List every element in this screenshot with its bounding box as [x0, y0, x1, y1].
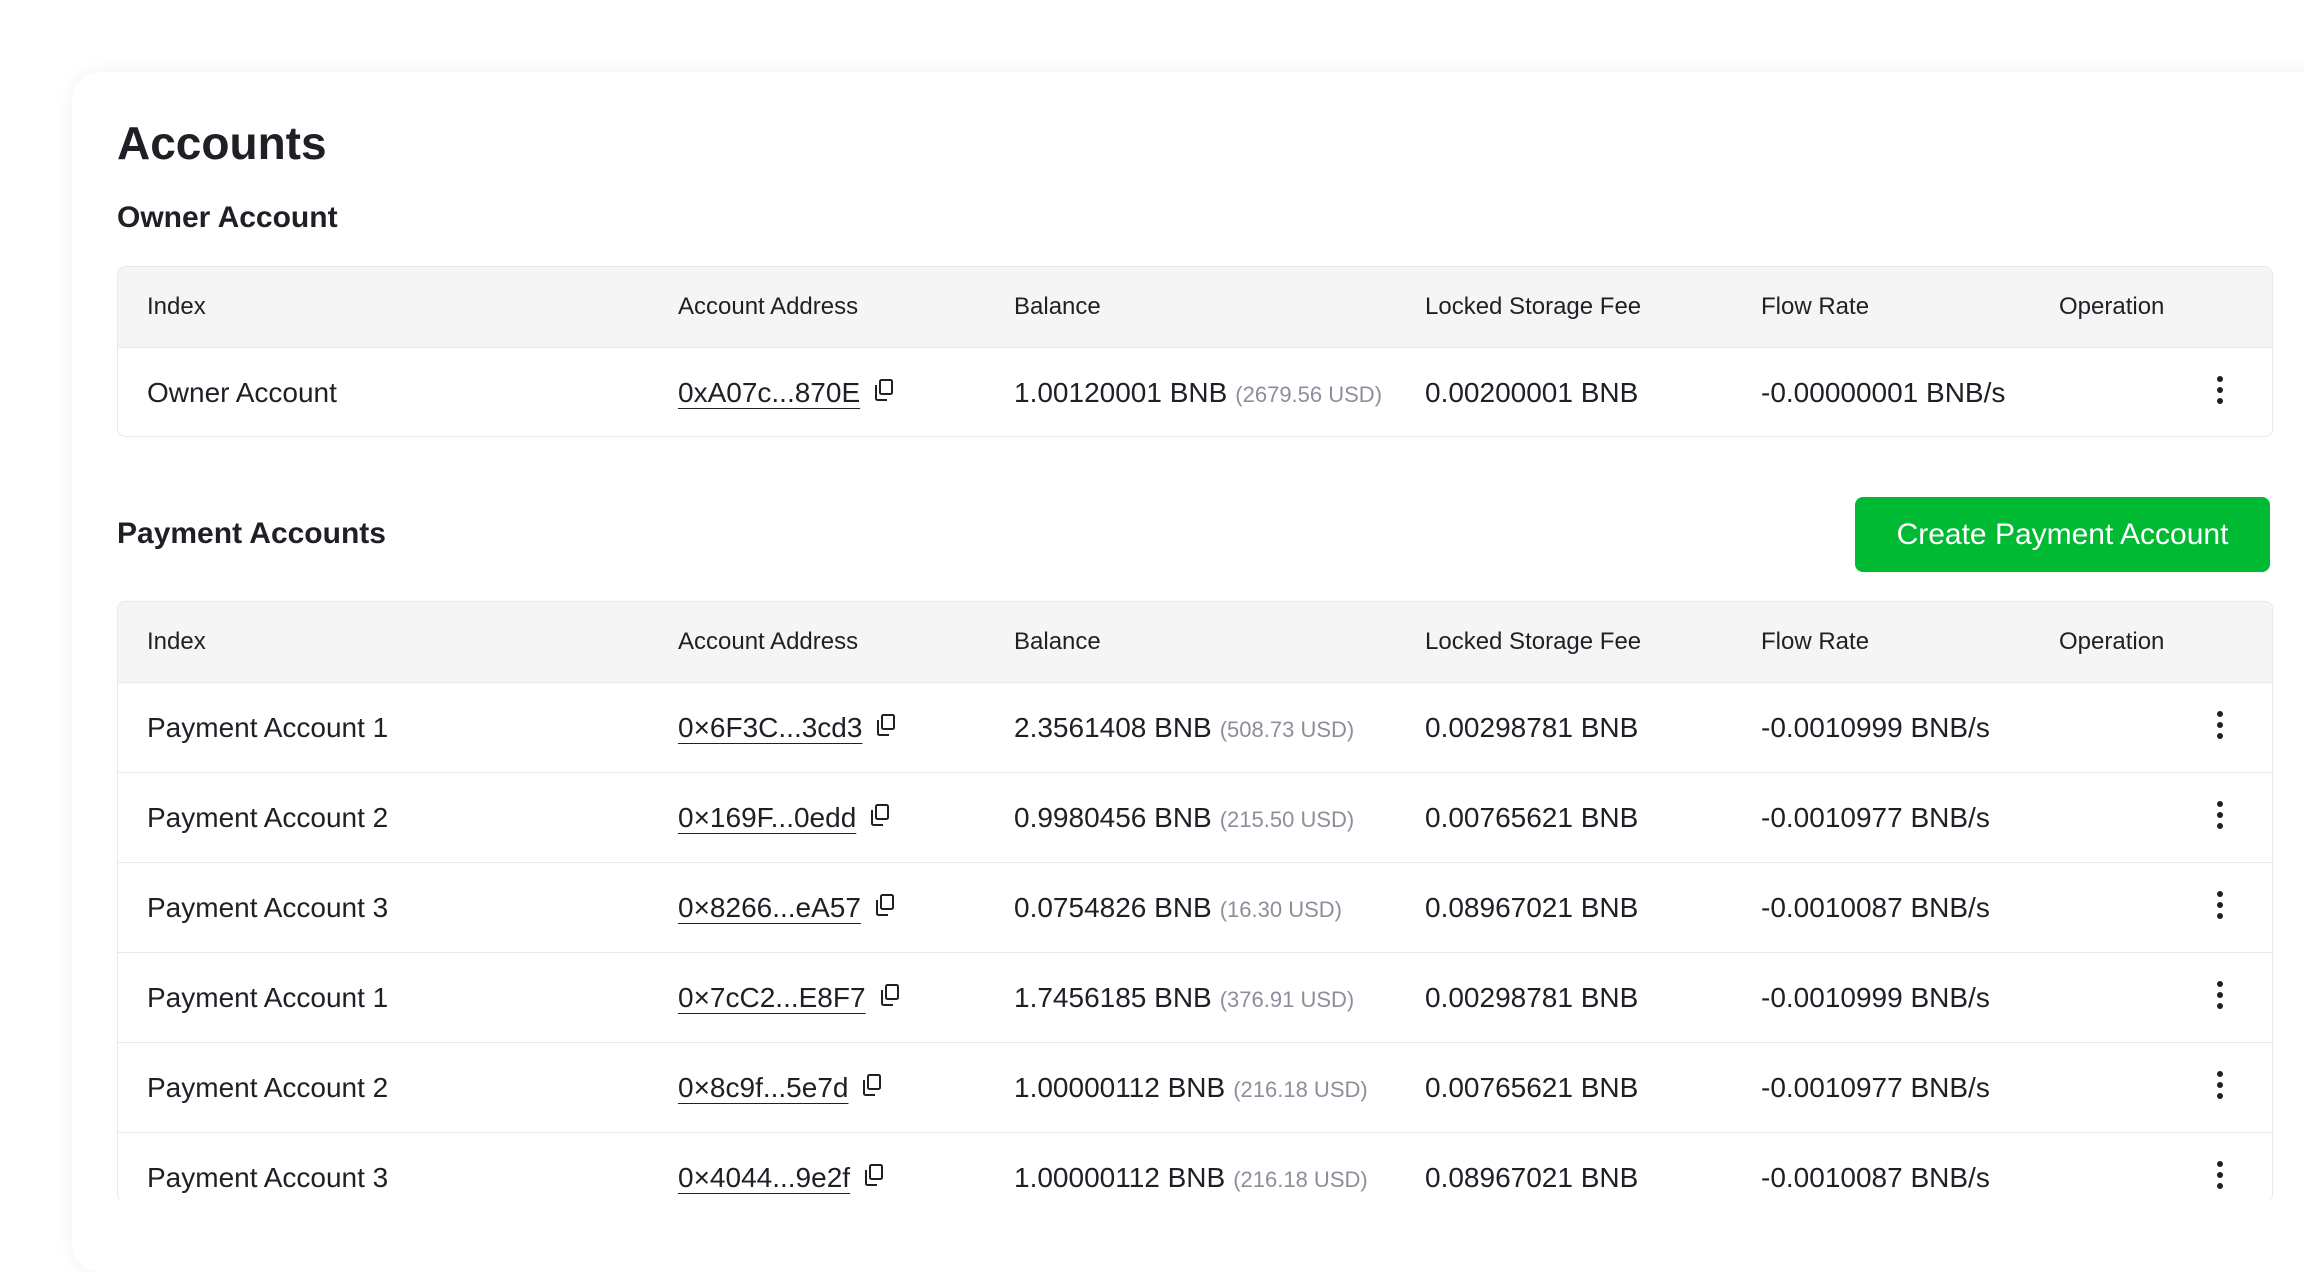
flow-rate: -0.0010087 BNB/s — [1761, 1162, 1990, 1193]
more-vertical-icon[interactable] — [2208, 1161, 2232, 1195]
owner-section-title: Owner Account — [117, 201, 338, 234]
account-address-cell: 0×169F...0edd — [678, 773, 890, 862]
table-row: Owner Account 0xA07c...870E 1.00120001 B… — [118, 348, 2272, 436]
balance-cell: 1.00000112 BNB (216.18 USD) — [1014, 1133, 1368, 1202]
account-address-link[interactable]: 0×8266...eA57 — [678, 892, 861, 923]
more-vertical-icon[interactable] — [2208, 711, 2232, 745]
balance-cell: 1.7456185 BNB (376.91 USD) — [1014, 953, 1354, 1044]
balance-usd: (16.30 USD) — [1219, 897, 1342, 922]
balance-cell: 0.0754826 BNB (16.30 USD) — [1014, 863, 1342, 954]
balance-cell: 1.00120001 BNB (2679.56 USD) — [1014, 348, 1383, 436]
more-vertical-icon[interactable] — [2208, 981, 2232, 1015]
account-index: Payment Account 2 — [147, 1072, 389, 1103]
owner-account-table: Index Account Address Balance Locked Sto… — [117, 266, 2273, 437]
copy-icon[interactable] — [875, 862, 895, 951]
payment-section-title: Payment Accounts — [117, 517, 386, 550]
balance-value: 1.00120001 BNB — [1014, 377, 1228, 408]
balance-cell: 2.3561408 BNB (508.73 USD) — [1014, 683, 1354, 774]
account-address-cell: 0×8c9f...5e7d — [678, 1043, 882, 1132]
locked-storage-fee: 0.00765621 BNB — [1425, 802, 1639, 833]
copy-icon[interactable] — [880, 952, 900, 1041]
copy-icon[interactable] — [874, 347, 894, 436]
column-header-flow-rate: Flow Rate — [1761, 293, 1870, 320]
flow-rate: -0.0010977 BNB/s — [1761, 1072, 1990, 1103]
column-header-address: Account Address — [678, 293, 859, 320]
balance-value: 1.00000112 BNB — [1014, 1162, 1226, 1193]
page-title: Accounts — [117, 117, 327, 169]
balance-usd: (216.18 USD) — [1233, 1167, 1368, 1192]
flow-rate: -0.0010999 BNB/s — [1761, 712, 1990, 743]
balance-usd: (216.18 USD) — [1233, 1077, 1368, 1102]
column-header-operation: Operation — [2059, 628, 2165, 655]
balance-usd: (376.91 USD) — [1219, 987, 1355, 1012]
account-index: Payment Account 1 — [147, 982, 389, 1013]
column-header-index: Index — [147, 628, 206, 655]
flow-rate: -0.0010977 BNB/s — [1761, 802, 1990, 833]
payment-accounts-table: Index Account Address Balance Locked Sto… — [117, 601, 2273, 1202]
copy-icon[interactable] — [870, 772, 890, 861]
account-address-link[interactable]: 0×169F...0edd — [678, 802, 856, 833]
balance-value: 1.7456185 BNB — [1014, 982, 1212, 1013]
more-vertical-icon[interactable] — [2208, 376, 2232, 410]
column-header-balance: Balance — [1014, 628, 1101, 655]
flow-rate: -0.0010999 BNB/s — [1761, 982, 1990, 1013]
flow-rate: -0.0010087 BNB/s — [1761, 892, 1990, 923]
create-payment-account-button[interactable]: Create Payment Account — [1855, 497, 2270, 572]
balance-value: 0.0754826 BNB — [1014, 892, 1212, 923]
copy-icon[interactable] — [862, 1042, 882, 1131]
table-row: Payment Account 1 0×6F3C...3cd3 2.356140… — [118, 683, 2272, 773]
balance-value: 2.3561408 BNB — [1014, 712, 1212, 743]
locked-storage-fee: 0.08967021 BNB — [1425, 1162, 1639, 1193]
table-row: Payment Account 3 0×8266...eA57 0.075482… — [118, 863, 2272, 953]
column-header-address: Account Address — [678, 628, 859, 655]
more-vertical-icon[interactable] — [2208, 801, 2232, 835]
locked-storage-fee: 0.00298781 BNB — [1425, 982, 1639, 1013]
balance-value: 0.9980456 BNB — [1014, 802, 1212, 833]
table-row: Payment Account 2 0×169F...0edd 0.998045… — [118, 773, 2272, 863]
balance-usd: (215.50 USD) — [1219, 807, 1355, 832]
account-address-cell: 0×6F3C...3cd3 — [678, 683, 896, 772]
account-address-cell: 0×8266...eA57 — [678, 863, 895, 952]
column-header-balance: Balance — [1014, 293, 1101, 320]
account-index: Payment Account 2 — [147, 802, 389, 833]
table-header: Index Account Address Balance Locked Sto… — [118, 267, 2272, 348]
balance-usd: (2679.56 USD) — [1235, 382, 1383, 407]
table-header: Index Account Address Balance Locked Sto… — [118, 602, 2272, 683]
locked-storage-fee: 0.00765621 BNB — [1425, 1072, 1639, 1103]
account-address-link[interactable]: 0×4044...9e2f — [678, 1162, 850, 1193]
balance-value: 1.00000112 BNB — [1014, 1072, 1226, 1103]
column-header-index: Index — [147, 293, 206, 320]
account-address-cell: 0×7cC2...E8F7 — [678, 953, 900, 1042]
more-vertical-icon[interactable] — [2208, 891, 2232, 925]
locked-storage-fee: 0.00298781 BNB — [1425, 712, 1639, 743]
column-header-locked-storage-fee: Locked Storage Fee — [1425, 293, 1642, 320]
column-header-locked-storage-fee: Locked Storage Fee — [1425, 628, 1642, 655]
account-address-link[interactable]: 0xA07c...870E — [678, 377, 860, 408]
column-header-flow-rate: Flow Rate — [1761, 628, 1870, 655]
table-row: Payment Account 2 0×8c9f...5e7d 1.000001… — [118, 1043, 2272, 1133]
account-address-cell: 0xA07c...870E — [678, 347, 894, 436]
account-index: Owner Account — [147, 377, 337, 408]
more-vertical-icon[interactable] — [2208, 1071, 2232, 1105]
account-index: Payment Account 3 — [147, 1162, 389, 1193]
account-address-link[interactable]: 0×6F3C...3cd3 — [678, 712, 862, 743]
copy-icon[interactable] — [876, 682, 896, 771]
balance-cell: 1.00000112 BNB (216.18 USD) — [1014, 1043, 1368, 1134]
column-header-operation: Operation — [2059, 293, 2165, 320]
account-address-link[interactable]: 0×7cC2...E8F7 — [678, 982, 866, 1013]
table-row: Payment Account 1 0×7cC2...E8F7 1.745618… — [118, 953, 2272, 1043]
account-address-link[interactable]: 0×8c9f...5e7d — [678, 1072, 848, 1103]
balance-cell: 0.9980456 BNB (215.50 USD) — [1014, 773, 1354, 864]
account-index: Payment Account 3 — [147, 892, 389, 923]
table-row: Payment Account 3 0×4044...9e2f 1.000001… — [118, 1133, 2272, 1202]
account-address-cell: 0×4044...9e2f — [678, 1133, 884, 1202]
locked-storage-fee: 0.08967021 BNB — [1425, 892, 1639, 923]
flow-rate: -0.00000001 BNB/s — [1761, 377, 2006, 408]
locked-storage-fee: 0.00200001 BNB — [1425, 377, 1639, 408]
balance-usd: (508.73 USD) — [1219, 717, 1355, 742]
copy-icon[interactable] — [864, 1132, 884, 1202]
account-index: Payment Account 1 — [147, 712, 389, 743]
